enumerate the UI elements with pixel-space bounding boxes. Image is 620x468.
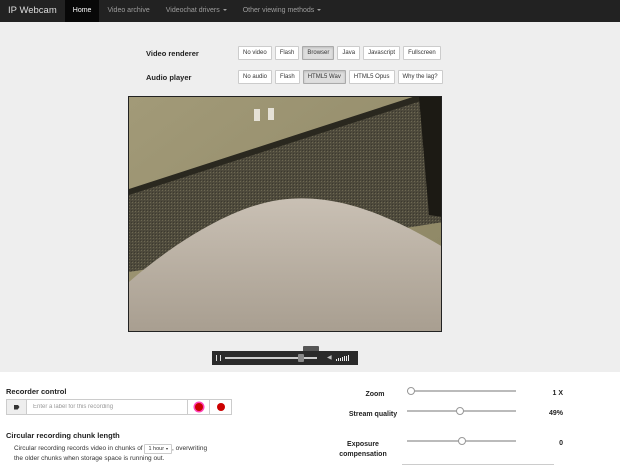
- nav-videochat-drivers-label: Videochat drivers: [165, 7, 220, 14]
- player-controls: ◀: [212, 351, 358, 365]
- recording-label-input[interactable]: [27, 400, 187, 414]
- circular-text-before: Circular recording records video in chun…: [14, 445, 143, 452]
- record-dot-icon: [216, 403, 225, 411]
- volume-level[interactable]: [335, 355, 350, 361]
- chunk-length-select[interactable]: 1 hour: [144, 444, 173, 454]
- camera-image: [129, 97, 441, 331]
- pause-icon[interactable]: [216, 355, 221, 361]
- seek-bar[interactable]: [225, 354, 317, 362]
- nav-videochat-drivers[interactable]: Videochat drivers: [158, 0, 235, 22]
- nav-video-archive[interactable]: Video archive: [99, 0, 157, 22]
- exposure-compensation-slider[interactable]: [407, 437, 516, 445]
- zoom-label: Zoom: [365, 391, 385, 398]
- record-dot-icon: [194, 403, 203, 411]
- record-mode-button[interactable]: [209, 400, 231, 414]
- caret-down-icon: [317, 9, 322, 12]
- stream-quality-label: Stream quality: [348, 411, 398, 418]
- tag-icon: [13, 404, 20, 410]
- renderer-browser-button[interactable]: Browser: [302, 46, 335, 60]
- renderer-flash-button[interactable]: Flash: [274, 46, 300, 60]
- renderer-fullscreen-button[interactable]: Fullscreen: [403, 46, 441, 60]
- record-button[interactable]: [187, 400, 209, 414]
- video-stream[interactable]: [128, 96, 442, 332]
- zoom-slider[interactable]: [407, 387, 516, 395]
- circular-text-line2: the older chunks when storage space is r…: [14, 455, 165, 462]
- circular-recording-description: Circular recording records video in chun…: [14, 444, 207, 464]
- renderer-no-video-button[interactable]: No video: [238, 46, 272, 60]
- chunk-length-value: 1 hour: [148, 446, 165, 452]
- exposure-compensation-value: 0: [559, 440, 563, 447]
- speaker-icon[interactable]: ◀: [327, 355, 332, 361]
- why-the-lag-button[interactable]: Why the lag?: [397, 70, 443, 84]
- zoom-value: 1 X: [552, 390, 563, 397]
- audio-no-audio-button[interactable]: No audio: [238, 70, 273, 84]
- caret-down-icon: [222, 9, 227, 12]
- zoom-slider-handle[interactable]: [407, 387, 415, 395]
- recorder-control-title: Recorder control: [6, 387, 67, 396]
- renderer-javascript-button[interactable]: Javascript: [363, 46, 401, 60]
- recorder-input-group: [6, 399, 232, 415]
- stream-quality-value: 49%: [548, 410, 563, 417]
- viewer-area: Video renderer No video Flash Browser Ja…: [0, 22, 620, 372]
- stream-quality-slider[interactable]: [407, 407, 516, 415]
- audio-player-label: Audio player: [146, 72, 192, 82]
- stream-quality-slider-handle[interactable]: [456, 407, 465, 415]
- video-renderer-row: Video renderer No video Flash Browser Ja…: [146, 46, 444, 60]
- nav-home[interactable]: Home: [64, 0, 100, 22]
- audio-player-row: Audio player No audio Flash HTML5 Wav HT…: [146, 70, 446, 84]
- navbar: IP Webcam Home Video archive Videochat d…: [0, 0, 620, 22]
- video-renderer-label: Video renderer: [146, 48, 199, 58]
- exposure-compensation-label: Exposure compensation: [339, 441, 387, 458]
- audio-html5-wav-button[interactable]: HTML5 Wav: [302, 70, 346, 84]
- brand-link[interactable]: IP Webcam: [0, 0, 65, 22]
- tag-icon-addon: [7, 400, 27, 414]
- exposure-compensation-slider-handle[interactable]: [457, 437, 466, 445]
- caret-down-icon: [166, 447, 169, 450]
- circular-recording-title: Circular recording chunk length: [6, 431, 120, 440]
- next-control-field[interactable]: [402, 464, 554, 468]
- seek-handle[interactable]: [298, 354, 305, 362]
- nav-other-viewing-methods-label: Other viewing methods: [242, 7, 315, 14]
- audio-html5-opus-button[interactable]: HTML5 Opus: [348, 70, 395, 84]
- circular-text-after: , overwriting: [172, 445, 208, 452]
- audio-flash-button[interactable]: Flash: [275, 70, 300, 84]
- renderer-java-button[interactable]: Java: [337, 46, 361, 60]
- nav-other-viewing-methods[interactable]: Other viewing methods: [235, 0, 330, 22]
